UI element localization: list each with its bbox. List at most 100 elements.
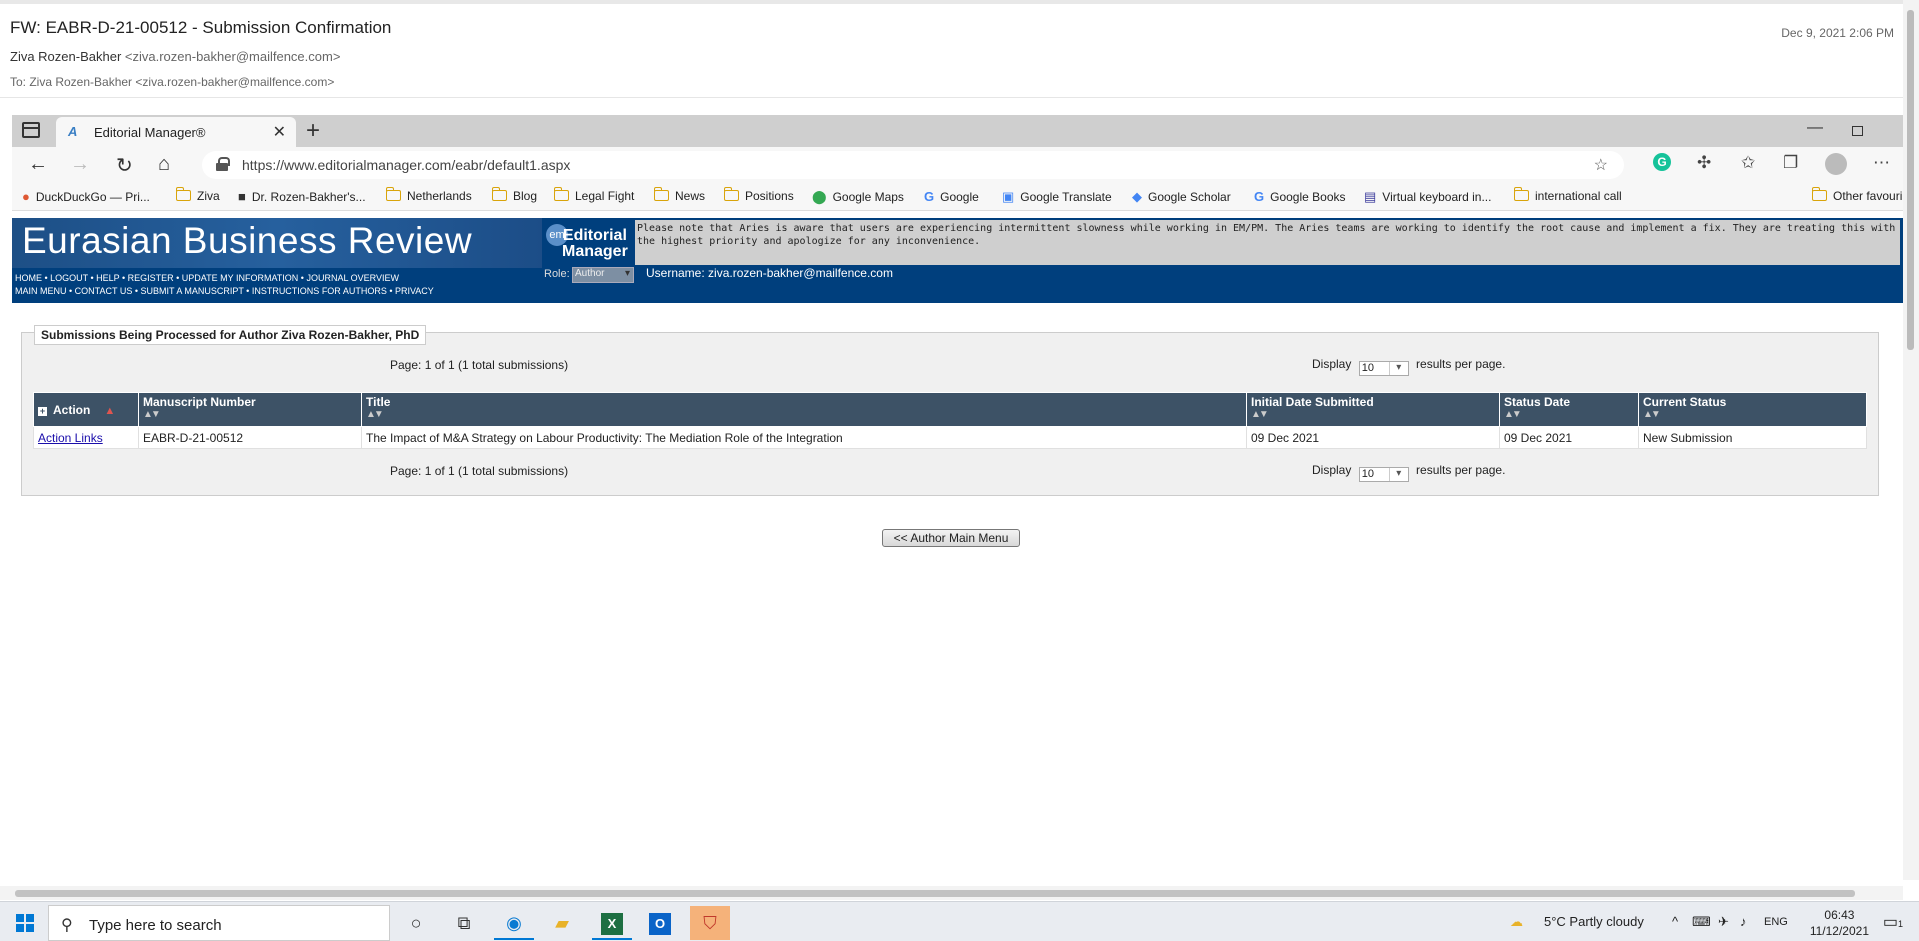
col-current-status[interactable]: Current Status ▲▼ [1638,392,1867,427]
network-icon[interactable]: ✈ [1718,914,1729,930]
tab-actions-icon[interactable] [22,122,40,138]
bookmark-ziva[interactable]: Ziva [176,187,220,203]
display-suffix: results per page. [1416,357,1506,371]
weather-text[interactable]: 5°C Partly cloudy [1544,914,1644,929]
folder-icon [176,187,191,201]
em-nav-links[interactable]: HOME • LOGOUT • HELP • REGISTER • UPDATE… [15,272,434,298]
service-notice: Please note that Aries is aware that use… [635,220,1900,265]
folder-icon [492,187,507,201]
results-per-page-select[interactable]: 10 [1358,361,1409,376]
show-hidden-icons-icon[interactable]: ^ [1672,914,1678,929]
excel-icon[interactable]: X [592,906,632,940]
volume-icon[interactable]: ♪ [1740,914,1747,929]
bookmark-google-scholar[interactable]: ◆ Google Scholar [1132,189,1231,205]
bookmark-google-books[interactable]: G Google Books [1254,189,1346,204]
vertical-scrollbar[interactable] [1903,0,1919,880]
notification-icon[interactable]: ▭1 [1883,912,1903,932]
cortana-icon[interactable]: ○ [396,906,436,940]
to-label: To: Ziva Rozen-Bakher [10,75,133,89]
col-title[interactable]: Title ▲▼ [361,392,1247,427]
edge-icon[interactable]: ◉ [494,906,534,940]
table-header-row: + Action ▲ Manuscript Number ▲▼ Title ▲▼ Ini… [33,392,1867,427]
shield-app-icon[interactable]: ⛉ [690,906,730,940]
submissions-legend: Submissions Being Processed for Author Z… [34,325,427,345]
bookmark-google[interactable]: G Google [924,189,979,204]
home-icon[interactable]: ⌂ [158,153,170,176]
folder-icon [1812,187,1827,201]
tab-close-icon[interactable]: ✕ [273,122,286,142]
refresh-icon[interactable]: ↻ [116,153,133,178]
task-view-icon[interactable]: ⧉ [444,906,484,940]
keyboard-layout-icon[interactable]: ⌨ [1692,914,1711,930]
address-bar[interactable]: https://www.editorialmanager.com/eabr/de… [202,151,1624,179]
horizontal-scrollbar[interactable] [0,886,1903,900]
grammarly-icon[interactable]: G [1653,153,1671,171]
minimize-icon[interactable]: — [1807,119,1823,137]
em-nav-line-2[interactable]: MAIN MENU • CONTACT US • SUBMIT A MANUSC… [15,285,434,298]
expand-icon[interactable]: + [38,406,47,416]
bookmark-google-translate[interactable]: ▣ Google Translate [1002,189,1112,205]
action-links-link[interactable]: Action Links [38,431,103,445]
profile-avatar[interactable] [1825,153,1847,175]
notification-count: 1 [1897,919,1903,929]
col-manuscript-number[interactable]: Manuscript Number ▲▼ [138,392,362,427]
back-arrow-icon[interactable]: ← [28,153,48,176]
add-favourite-icon[interactable]: ☆ [1594,155,1608,175]
from-address: <ziva.rozen-bakher@mailfence.com> [124,49,341,64]
folder-icon [554,187,569,201]
file-explorer-icon[interactable]: ▰ [542,906,582,940]
results-per-page-select[interactable]: 10 [1358,467,1409,482]
bookmark-virtual-keyboard[interactable]: ▤ Virtual keyboard in... [1364,189,1491,205]
bookmark-google-maps[interactable]: ⬤ Google Maps [812,189,904,205]
google-icon: G [1254,189,1265,204]
bookmark-international-call[interactable]: international call [1514,187,1622,203]
em-banner: Eurasian Business Review HOME • LOGOUT •… [12,218,1903,303]
cell-title: The Impact of M&A Strategy on Labour Pro… [361,426,1247,449]
author-main-menu-button[interactable]: << Author Main Menu [882,529,1020,547]
bookmark-duckduckgo[interactable]: ● DuckDuckGo — Pri... [22,189,150,204]
clock-date: 11/12/2021 [1809,924,1869,938]
bookmark-blog[interactable]: Blog [492,187,537,203]
tab-title: Editorial Manager® [94,125,206,140]
page-info-top: Page: 1 of 1 (1 total submissions) [390,358,569,372]
clock[interactable]: 06:43 11/12/2021 [1810,907,1869,939]
journal-title: Eurasian Business Review [22,220,473,261]
collections-icon[interactable]: ❐ [1783,153,1798,173]
windows-start-icon[interactable] [16,914,34,932]
favourites-icon[interactable]: ✩ [1741,153,1755,173]
sort-icon[interactable]: ▲▼ [1643,409,1862,420]
extensions-icon[interactable]: ✣ [1697,153,1711,173]
sort-icon[interactable]: ▲▼ [366,409,1242,420]
em-nav-line-1[interactable]: HOME • LOGOUT • HELP • REGISTER • UPDATE… [15,272,434,285]
role-select[interactable]: Author [572,267,634,283]
lock-icon[interactable] [216,157,230,171]
bookmark-positions[interactable]: Positions [724,187,794,203]
to-address: <ziva.rozen-bakher@mailfence.com> [135,75,335,89]
sort-icon[interactable]: ▲▼ [1251,409,1495,420]
outlook-icon[interactable]: O [640,906,680,940]
cell-current-status: New Submission [1638,426,1867,449]
vertical-scroll-thumb[interactable] [1907,10,1914,350]
weather-icon[interactable]: ☁ [1510,914,1523,930]
bookmark-other-favourites[interactable]: Other favouri [1812,187,1902,203]
forward-arrow-icon[interactable]: → [70,153,90,176]
bookmark-netherlands[interactable]: Netherlands [386,187,472,203]
sort-icon[interactable]: ▲▼ [143,409,357,420]
bookmark-legal-fight[interactable]: Legal Fight [554,187,634,203]
bookmark-news[interactable]: News [654,187,705,203]
language-indicator[interactable]: ENG [1764,916,1788,928]
col-initial-date[interactable]: Initial Date Submitted ▲▼ [1246,392,1500,427]
tab-editorial-manager[interactable]: A Editorial Manager® ✕ [56,117,296,147]
sort-icon[interactable]: ▲▼ [1504,409,1634,420]
cell-manuscript-number: EABR-D-21-00512 [138,426,362,449]
more-icon[interactable]: ⋯ [1873,153,1890,173]
horizontal-scroll-thumb[interactable] [15,890,1855,897]
bookmark-dr-rozen-bakher[interactable]: ■ Dr. Rozen-Bakher's... [238,189,366,204]
col-action[interactable]: + Action ▲ [33,392,139,427]
screen: FW: EABR-D-21-00512 - Submission Confirm… [0,0,1919,941]
restore-icon[interactable] [1852,126,1863,136]
col-status-date[interactable]: Status Date ▲▼ [1499,392,1639,427]
taskbar-search[interactable]: ⚲ Type here to search [48,905,390,941]
folder-icon [724,187,739,201]
new-tab-icon[interactable]: + [306,117,320,145]
